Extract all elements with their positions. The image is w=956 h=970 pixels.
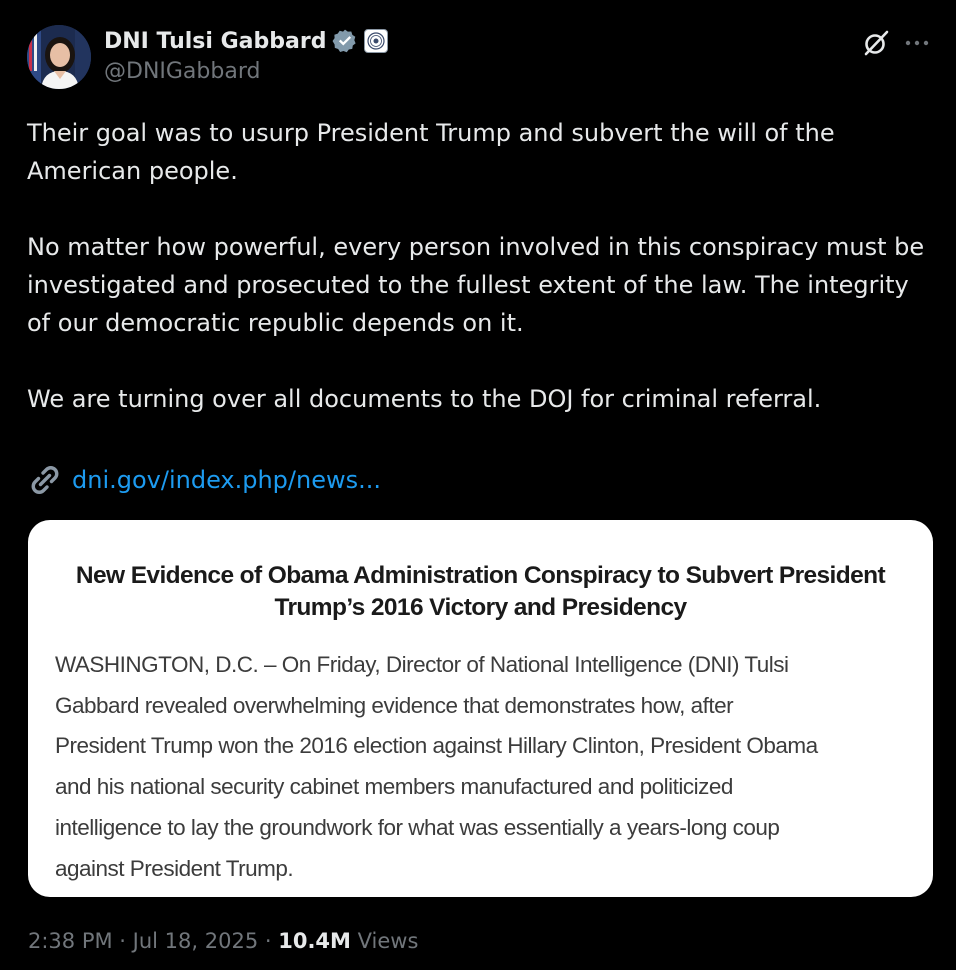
link-url[interactable]: dni.gov/index.php/news... [72, 461, 381, 499]
tweet-paragraph: Their goal was to usurp President Trump … [27, 119, 835, 185]
link-preview-card[interactable]: New Evidence of Obama Administration Con… [28, 520, 933, 897]
tweet-link[interactable]: dni.gov/index.php/news... [28, 461, 381, 499]
seal-image [367, 32, 386, 50]
post-meta: 2:38 PM · Jul 18, 2025 · 10.4M Views [28, 926, 418, 956]
card-body-line: Gabbard revealed overwhelming evidence t… [55, 692, 734, 718]
card-body-line: against President Trump. [55, 855, 294, 881]
card-title: New Evidence of Obama Administration Con… [68, 560, 893, 624]
card-body: WASHINGTON, D.C. – On Friday, Director o… [55, 645, 915, 889]
card-body-line: and his national security cabinet member… [55, 774, 733, 800]
author-handle[interactable]: @DNIGabbard [104, 59, 260, 84]
more-icon[interactable] [904, 38, 930, 48]
card-title-line: Trump’s 2016 Victory and Presidency [274, 594, 687, 621]
tweet-paragraph: No matter how powerful, every person inv… [27, 233, 925, 337]
card-body-line: President Trump won the 2016 election ag… [55, 733, 818, 759]
grok-icon[interactable] [862, 29, 890, 57]
post: DNI Tulsi Gabbard @DNIGabbard Their goal… [0, 0, 956, 970]
author-display-name[interactable]: DNI Tulsi Gabbard [104, 29, 326, 54]
views-count[interactable]: 10.4M [278, 929, 351, 953]
post-time[interactable]: 2:38 PM [28, 929, 113, 953]
tweet-text: Their goal was to usurp President Trump … [27, 114, 927, 418]
link-icon [31, 466, 59, 494]
card-body-line: intelligence to lay the groundwork for w… [55, 814, 780, 840]
avatar-image [27, 25, 91, 89]
card-title-line: New Evidence of Obama Administration Con… [75, 562, 886, 589]
post-date[interactable]: Jul 18, 2025 [133, 929, 259, 953]
verified-badge-icon[interactable] [332, 28, 358, 54]
tweet-paragraph: We are turning over all documents to the… [27, 385, 822, 413]
card-body-line: WASHINGTON, D.C. – On Friday, Director o… [55, 652, 789, 677]
meta-separator: · [258, 929, 279, 953]
meta-separator: · [112, 929, 133, 953]
avatar[interactable] [27, 25, 91, 89]
views-label: Views [350, 929, 419, 953]
author-name-row: DNI Tulsi Gabbard [104, 27, 389, 55]
government-seal-icon[interactable] [364, 29, 389, 53]
